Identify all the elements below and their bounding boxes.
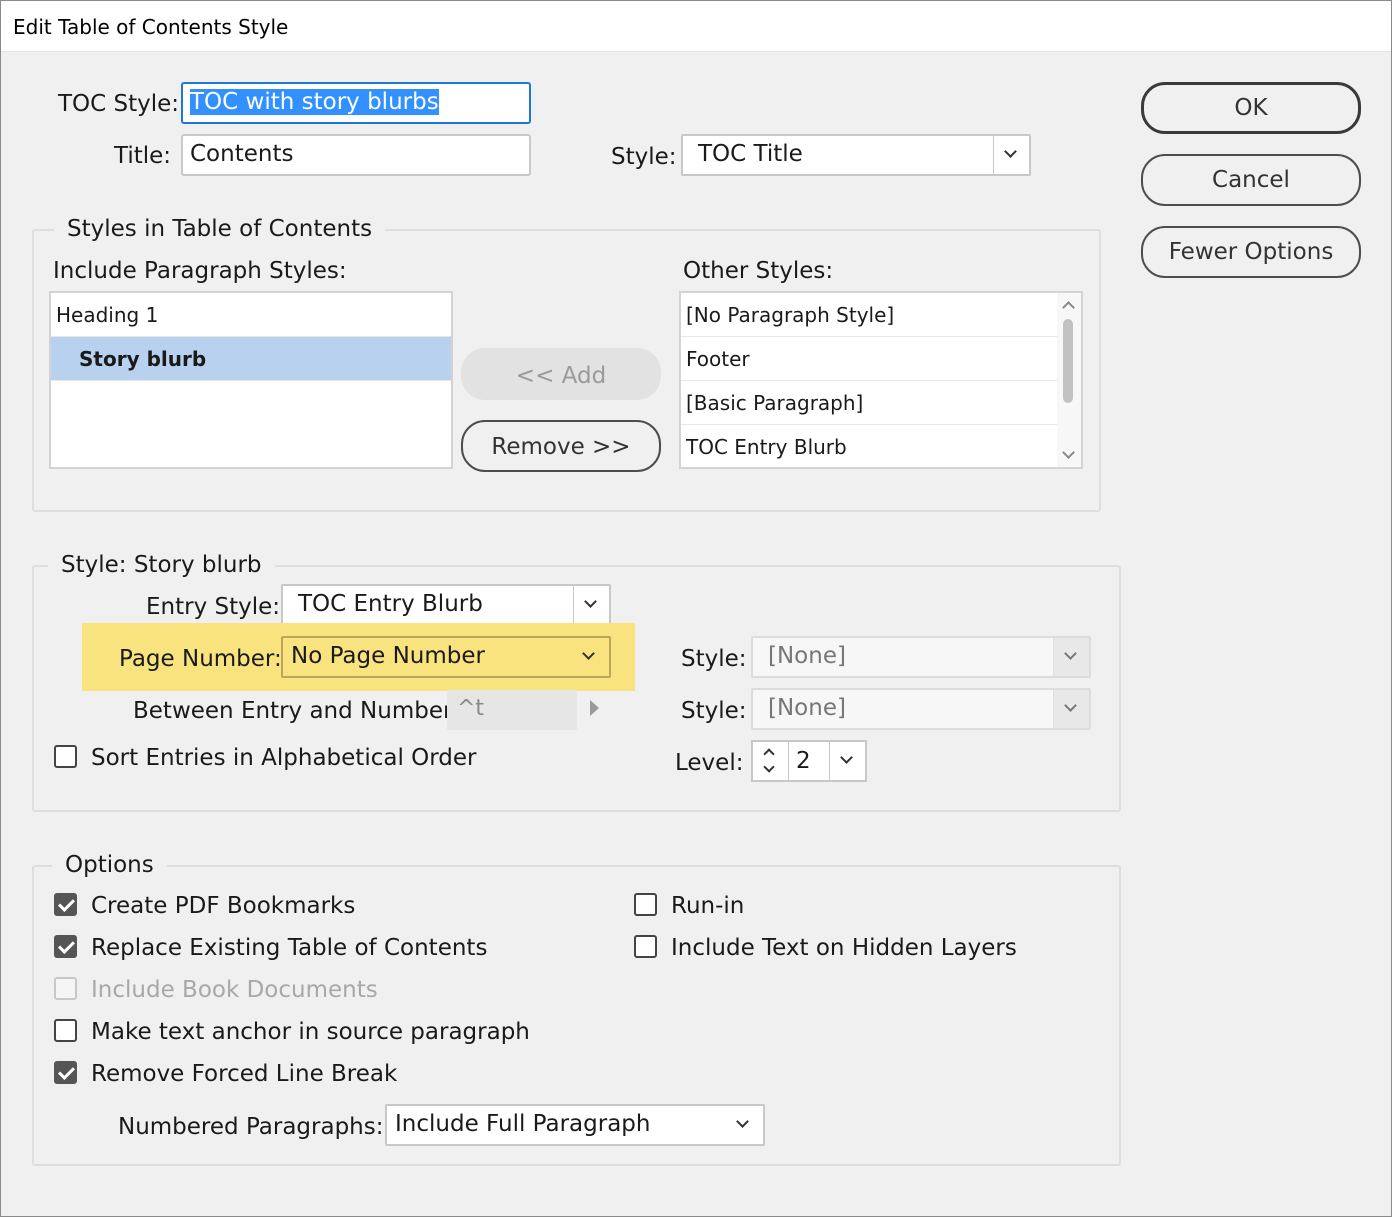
between-entry-number-field[interactable]: ^t	[447, 690, 577, 730]
make-text-anchor-label: Make text anchor in source paragraph	[91, 1019, 530, 1045]
page-number-style-label: Style:	[681, 646, 747, 672]
chevron-down-icon	[993, 136, 1029, 174]
scroll-up-icon[interactable]	[1062, 301, 1075, 314]
scrollbar[interactable]	[1057, 293, 1081, 467]
include-styles-label: Include Paragraph Styles:	[53, 258, 347, 284]
options-legend: Options	[52, 854, 167, 877]
chevron-down-icon	[840, 751, 853, 764]
page-number-value: No Page Number	[291, 643, 485, 669]
dialog-title: Edit Table of Contents Style	[13, 15, 289, 39]
numbered-paragraphs-label: Numbered Paragraphs:	[118, 1114, 384, 1140]
create-pdf-bookmarks-checkbox[interactable]	[54, 893, 77, 916]
toc-style-field[interactable]: TOC with story blurbs	[181, 82, 531, 124]
fewer-options-button[interactable]: Fewer Options	[1141, 226, 1361, 278]
include-hidden-layers-label: Include Text on Hidden Layers	[671, 935, 1017, 961]
increment-icon[interactable]	[763, 748, 775, 760]
level-stepper[interactable]: 2	[751, 740, 867, 782]
replace-existing-toc-label: Replace Existing Table of Contents	[91, 935, 488, 961]
remove-forced-line-break-label: Remove Forced Line Break	[91, 1061, 398, 1087]
page-number-style-dropdown[interactable]: [None]	[751, 636, 1091, 678]
scrollbar-thumb[interactable]	[1063, 319, 1073, 403]
remove-forced-line-break-checkbox[interactable]	[54, 1061, 77, 1084]
list-item[interactable]: Footer	[681, 337, 1057, 381]
title-value: Contents	[190, 141, 294, 167]
entry-style-dropdown[interactable]: TOC Entry Blurb	[281, 584, 611, 626]
page-number-label: Page Number:	[119, 646, 282, 672]
numbered-paragraphs-dropdown[interactable]: Include Full Paragraph	[385, 1104, 765, 1146]
include-hidden-layers-checkbox[interactable]	[634, 935, 657, 958]
chevron-down-icon	[1053, 638, 1089, 676]
replace-existing-toc-checkbox[interactable]	[54, 935, 77, 958]
sort-entries-checkbox[interactable]	[54, 745, 77, 768]
chevron-down-icon	[736, 1115, 749, 1128]
page-number-style-value: [None]	[768, 643, 846, 669]
toc-style-label: TOC Style:	[58, 91, 180, 117]
page-number-dropdown[interactable]: No Page Number	[281, 636, 611, 678]
scroll-down-icon[interactable]	[1062, 446, 1075, 459]
story-blurb-style-legend: Style: Story blurb	[48, 554, 275, 577]
entry-style-value: TOC Entry Blurb	[298, 591, 483, 617]
title-field[interactable]: Contents	[181, 134, 531, 176]
title-label: Title:	[114, 143, 172, 169]
ok-button[interactable]: OK	[1141, 82, 1361, 134]
entry-style-label: Entry Style:	[146, 594, 281, 620]
chevron-down-icon	[1053, 690, 1089, 728]
include-book-documents-label: Include Book Documents	[91, 977, 378, 1003]
between-style-label: Style:	[681, 698, 747, 724]
between-style-dropdown[interactable]: [None]	[751, 688, 1091, 730]
include-book-documents-checkbox[interactable]	[54, 977, 77, 1000]
title-style-value: TOC Title	[698, 141, 803, 167]
level-dropdown-button[interactable]	[829, 742, 865, 780]
run-in-checkbox[interactable]	[634, 893, 657, 916]
chevron-down-icon	[582, 647, 595, 660]
title-style-label: Style:	[611, 144, 677, 170]
level-spinner[interactable]	[753, 742, 789, 780]
level-label: Level:	[675, 750, 744, 776]
insert-special-arrow-icon[interactable]	[590, 700, 599, 716]
numbered-paragraphs-value: Include Full Paragraph	[395, 1111, 651, 1137]
list-item[interactable]: TOC Entry Blurb	[681, 425, 1057, 469]
list-item[interactable]: [No Paragraph Style]	[681, 293, 1057, 337]
toc-style-value: TOC with story blurbs	[190, 89, 439, 115]
other-styles-list[interactable]: [No Paragraph Style] Footer [Basic Parag…	[679, 291, 1083, 469]
level-value: 2	[796, 748, 811, 774]
include-styles-list[interactable]: Heading 1 Story blurb	[49, 291, 453, 469]
between-style-value: [None]	[768, 695, 846, 721]
list-item-selected[interactable]: Story blurb	[51, 337, 451, 381]
between-entry-number-label: Between Entry and Number:	[133, 698, 460, 724]
sort-entries-label: Sort Entries in Alphabetical Order	[91, 745, 477, 771]
title-bar: Edit Table of Contents Style	[0, 0, 1392, 52]
styles-in-toc-legend: Styles in Table of Contents	[54, 218, 386, 241]
make-text-anchor-checkbox[interactable]	[54, 1019, 77, 1042]
list-item[interactable]: [Basic Paragraph]	[681, 381, 1057, 425]
list-item[interactable]: Heading 1	[51, 293, 451, 337]
add-button[interactable]: << Add	[461, 348, 661, 400]
run-in-label: Run-in	[671, 893, 745, 919]
chevron-down-icon	[573, 586, 609, 624]
decrement-icon[interactable]	[763, 761, 775, 773]
remove-button[interactable]: Remove >>	[461, 420, 661, 472]
title-style-dropdown[interactable]: TOC Title	[681, 134, 1031, 176]
cancel-button[interactable]: Cancel	[1141, 154, 1361, 206]
other-styles-label: Other Styles:	[683, 258, 834, 284]
create-pdf-bookmarks-label: Create PDF Bookmarks	[91, 893, 356, 919]
